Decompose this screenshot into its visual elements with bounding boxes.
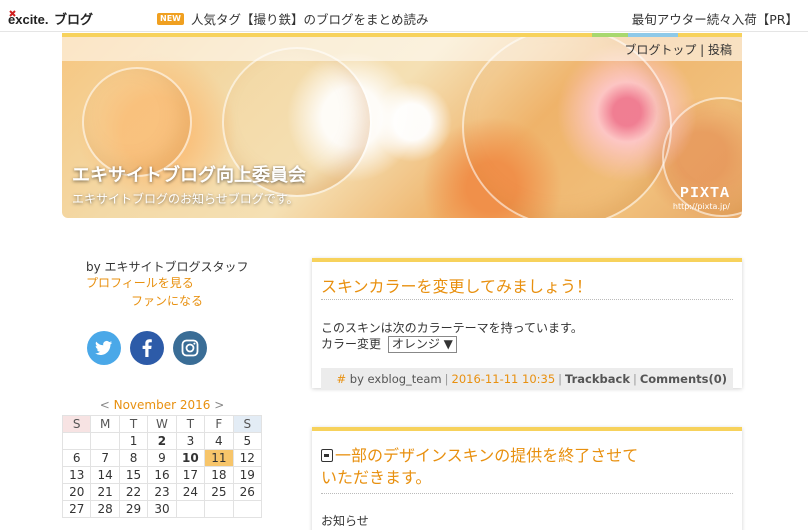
calendar-day [90,432,120,450]
calendar-day: 22 [118,483,149,501]
post-category: お知らせ [321,514,369,528]
calendar-day: 29 [118,500,149,518]
calendar-day: 6 [61,449,92,467]
calendar: S M T W T F S 1 2 3 4 5 6 7 8 9 10 11 12 13 14 15 16 17 18 19 20 21… [61,415,263,518]
news-ticker[interactable]: NEW 人気タグ【撮り鉄】のブログをまとめ読み [157,9,429,28]
calendar-day: 20 [61,483,92,501]
calendar-dow: M [90,415,120,433]
calendar-day: 9 [147,449,177,467]
notice-icon [321,449,333,462]
calendar-day: 26 [232,483,263,501]
calendar-week: 20 21 22 23 24 25 26 [61,483,263,501]
calendar-day: 17 [175,466,206,484]
calendar-day: 24 [175,483,206,501]
calendar-day: 4 [204,432,234,450]
twitter-icon [95,340,112,355]
news-link[interactable]: 人気タグ【撮り鉄】のブログをまとめ読み [191,9,429,28]
calendar-day: 25 [204,483,234,501]
calendar-week: 27 28 29 30 [61,500,263,518]
calendar-next-button[interactable]: > [214,398,224,412]
color-change-row: カラー変更 オレンジ ▼ [321,336,457,353]
calendar-day: 30 [147,500,177,518]
calendar-day: 18 [204,466,234,484]
calendar-dow: S [232,415,263,433]
facebook-button[interactable] [130,331,164,365]
twitter-button[interactable] [87,331,121,365]
calendar-month[interactable]: November 2016 [114,398,211,412]
post-title-text[interactable]: 一部のデザインスキンの提供を終了させていただきます。 [321,446,638,487]
facebook-icon [142,339,152,357]
instagram-icon [181,339,199,357]
calendar-day: 3 [175,432,206,450]
excite-logo-icon: excite. ブログ [8,10,93,27]
scrollbar-track[interactable] [790,32,808,530]
calendar-day: 5 [232,432,263,450]
permalink-hash[interactable]: # [336,372,346,386]
trackback-link[interactable]: Trackback [565,372,630,386]
calendar-day: 23 [147,483,177,501]
excite-blog-logo[interactable]: excite. ブログ [8,7,100,27]
calendar-week: 12345 [61,432,263,450]
post-card: スキンカラーを変更してみましょう！ このスキンは次のカラーテーマを持っています。… [312,258,742,390]
calendar-day: 21 [90,483,120,501]
header-links[interactable]: ブログトップ | 投稿 [624,41,732,58]
calendar-day: 14 [90,466,120,484]
comments-link[interactable]: Comments(0) [640,372,727,386]
post-title[interactable]: 一部のデザインスキンの提供を終了させていただきます。 [321,445,651,489]
calendar-dow: W [147,415,177,433]
calendar-day: 12 [232,449,263,467]
calendar-day [61,432,92,450]
calendar-header: < November 2016 > [62,398,262,412]
calendar-dow: F [204,415,234,433]
svg-text:ブログ: ブログ [54,12,93,27]
calendar-day: 1 [118,432,149,450]
calendar-dow: T [118,415,149,433]
pixta-url: http://pixta.jp/ [672,202,730,211]
pr-link[interactable]: 最旬アウター続々入荷【PR】 [632,9,798,28]
fan-link[interactable]: ファンになる [131,292,203,309]
new-badge: NEW [157,12,184,25]
calendar-day: 13 [61,466,92,484]
calendar-day [232,500,263,518]
profile-link[interactable]: プロフィールを見る [86,274,194,291]
svg-text:excite.: excite. [8,12,48,27]
calendar-day: 19 [232,466,263,484]
post-divider [321,299,733,300]
calendar-day: 28 [90,500,120,518]
pixta-credit[interactable]: PIXTA http://pixta.jp/ [673,185,730,211]
post-title[interactable]: スキンカラーを変更してみましょう！ [321,276,592,298]
color-change-label: カラー変更 [321,337,382,351]
calendar-dow: T [175,415,206,433]
calendar-day [204,500,234,518]
top-bar: excite. ブログ NEW 人気タグ【撮り鉄】のブログをまとめ読み 最旬アウ… [0,0,808,32]
post-author: by exblog_team [349,372,442,386]
calendar-day [175,500,206,518]
calendar-dow: S [61,415,92,433]
pixta-logo: PIXTA [679,185,730,202]
calendar-day: 27 [61,500,92,518]
instagram-button[interactable] [173,331,207,365]
calendar-day: 7 [90,449,120,467]
calendar-dow-row: SMTWTFS [61,415,263,433]
calendar-prev-button[interactable]: < [100,398,110,412]
post-body: このスキンは次のカラーテーマを持っています。 [321,321,583,335]
color-theme-select[interactable]: オレンジ ▼ [387,336,457,353]
calendar-day[interactable]: 2 [147,432,177,450]
calendar-day[interactable]: 11 [204,449,234,467]
calendar-week: 6 7 8 9 10 11 12 [61,449,263,467]
blog-subtitle: エキサイトブログのお知らせブログです。 [72,192,299,206]
blog-title[interactable]: エキサイトブログ向上委員会 [72,161,306,187]
post-footer: # by exblog_team | 2016-11-11 10:35 | Tr… [321,368,733,390]
post-divider [321,493,733,494]
post-date[interactable]: 2016-11-11 10:35 [452,372,556,386]
calendar-day: 15 [118,466,149,484]
calendar-day[interactable]: 10 [175,449,206,467]
calendar-day: 16 [147,466,177,484]
post-card: 一部のデザインスキンの提供を終了させていただきます。 お知らせ [312,427,742,530]
author-byline: by エキサイトブログスタッフ [86,260,249,274]
calendar-day: 8 [118,449,149,467]
blog-header: ブログトップ | 投稿 エキサイトブログ向上委員会 エキサイトブログのお知らせブ… [62,33,742,218]
calendar-week: 13 14 15 16 17 18 19 [61,466,263,484]
